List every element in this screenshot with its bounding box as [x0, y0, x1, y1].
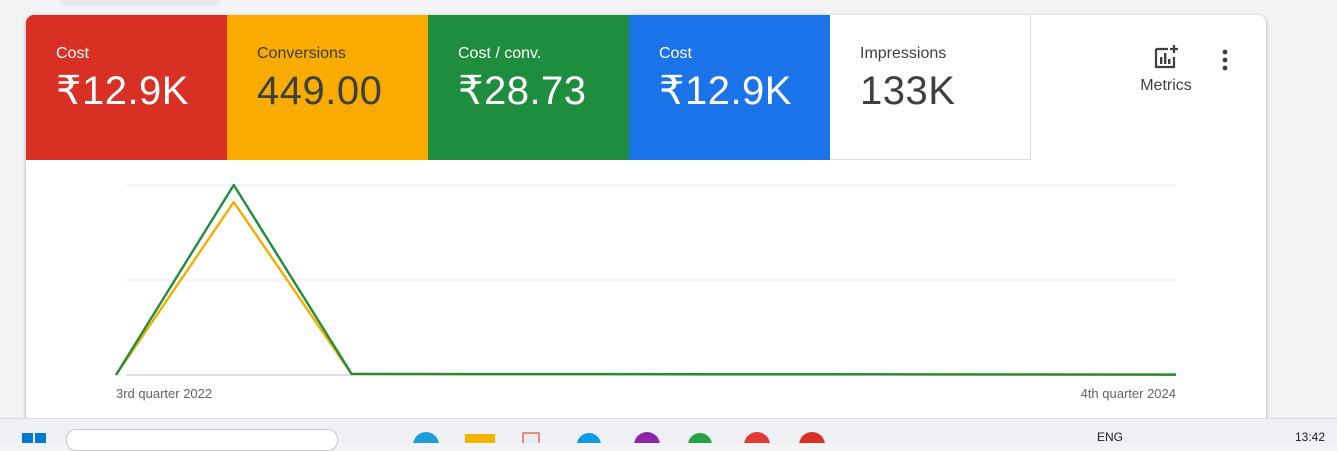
- metric-label: Conversions: [257, 45, 346, 62]
- metric-label: Cost / conv.: [458, 45, 542, 62]
- metric-label: Cost: [659, 45, 692, 62]
- metric-tile-cost[interactable]: Cost ₹12.9K: [26, 15, 227, 160]
- metrics-label: Metrics: [1140, 77, 1192, 94]
- more-options-button[interactable]: [1213, 46, 1237, 74]
- app-icon-2[interactable]: [632, 431, 662, 443]
- metric-label: Cost: [56, 45, 89, 62]
- metric-tile-cost-2[interactable]: Cost ₹12.9K: [629, 15, 830, 160]
- metric-tile-conversions[interactable]: Conversions 449.00: [227, 15, 428, 160]
- app-icon[interactable]: [521, 431, 541, 443]
- metric-label: Impressions: [860, 45, 947, 62]
- whatsapp-icon[interactable]: [686, 431, 714, 443]
- metric-value: 133K: [860, 69, 956, 113]
- more-vert-icon: [1222, 49, 1228, 71]
- x-tick-label-start: 3rd quarter 2022: [116, 386, 213, 401]
- metric-tile-cost-per-conv[interactable]: Cost / conv. ₹28.73: [428, 15, 629, 160]
- metric-value: 449.00: [257, 69, 383, 113]
- chrome-icon[interactable]: [412, 431, 440, 443]
- windows-start-icon[interactable]: [22, 431, 46, 443]
- metrics-button[interactable]: Metrics: [1116, 43, 1216, 95]
- series-line-1[interactable]: [115, 200, 1176, 376]
- add-chart-icon: [1154, 45, 1178, 69]
- metric-tile-impressions[interactable]: Impressions 133K: [830, 15, 1031, 160]
- x-tick-label-end: 4th quarter 2024: [1080, 386, 1176, 401]
- metric-tiles: Cost ₹12.9K Conversions 449.00 Cost / co…: [26, 15, 1031, 160]
- windows-taskbar: ENG 13:42: [0, 418, 1337, 451]
- skype-icon[interactable]: [576, 431, 602, 443]
- app-icon-4[interactable]: [795, 431, 829, 443]
- app-icon-3[interactable]: [740, 431, 774, 443]
- taskbar-search-box[interactable]: [66, 429, 338, 451]
- metric-value: ₹28.73: [458, 69, 587, 113]
- top-tab-stub: [60, 0, 220, 6]
- metric-value: ₹12.9K: [56, 69, 189, 113]
- metric-value: ₹12.9K: [659, 69, 792, 113]
- folder-icon[interactable]: [465, 431, 495, 443]
- overview-card: Cost ₹12.9K Conversions 449.00 Cost / co…: [26, 15, 1266, 435]
